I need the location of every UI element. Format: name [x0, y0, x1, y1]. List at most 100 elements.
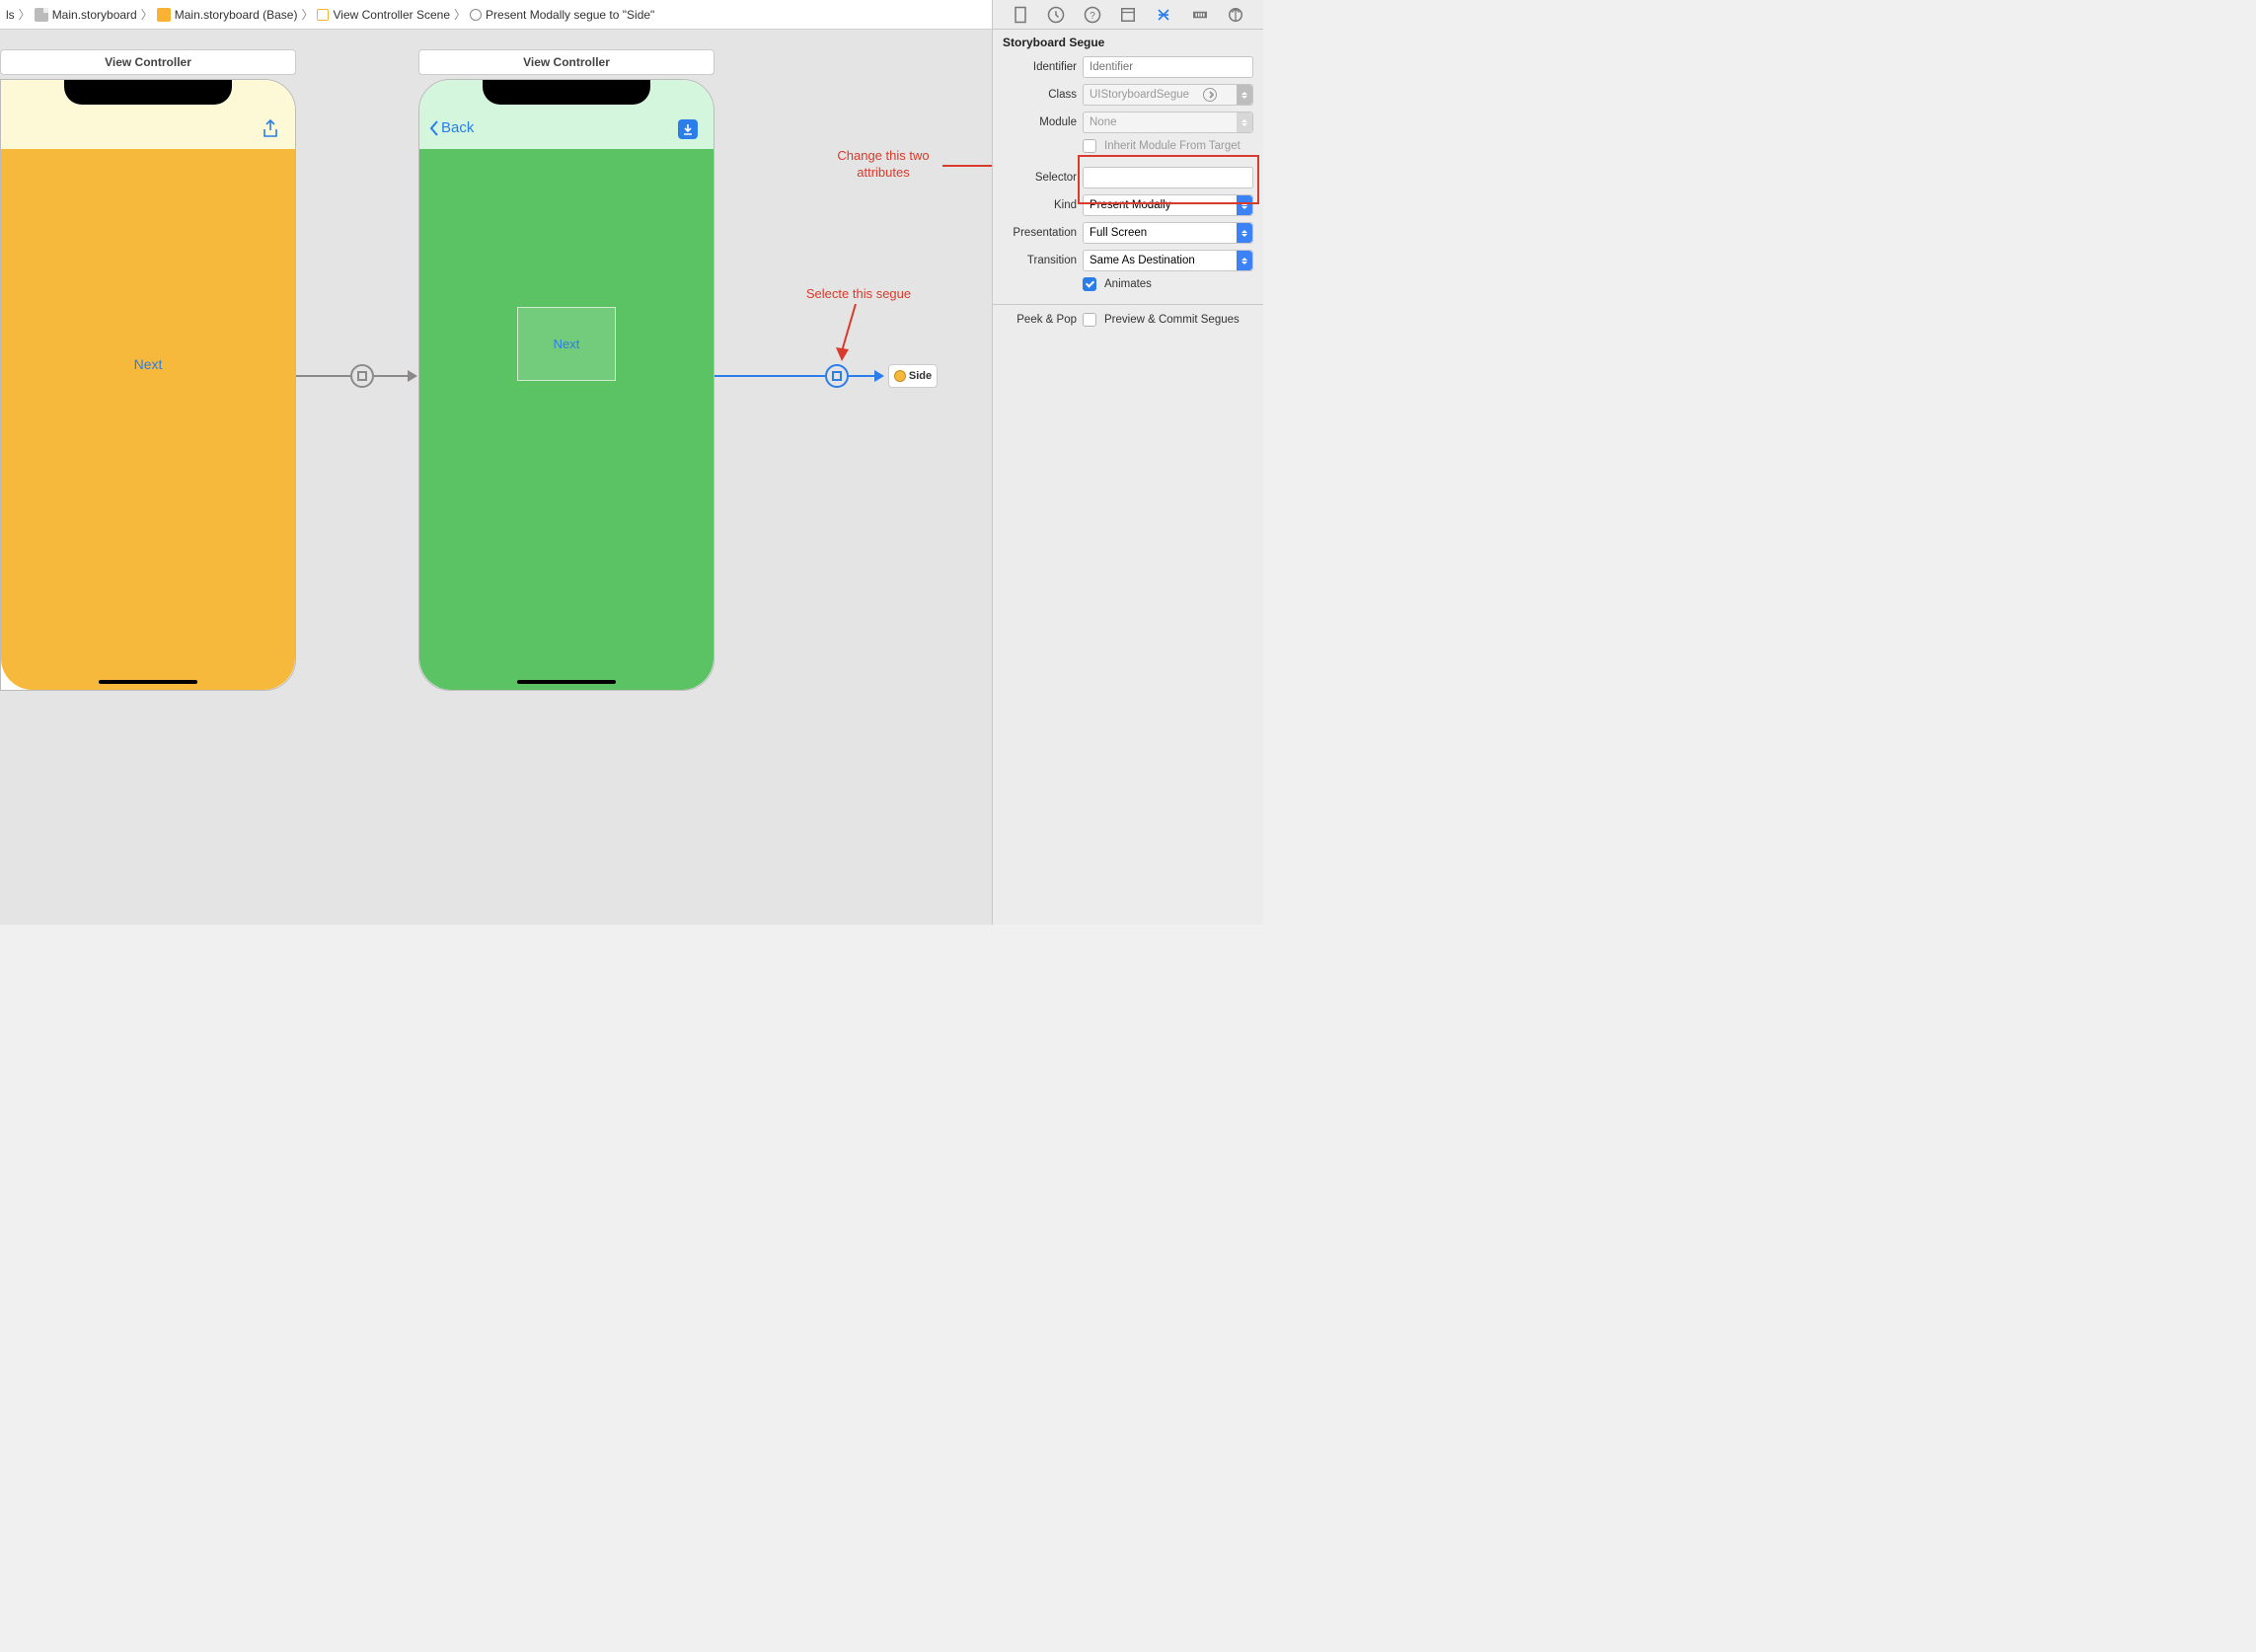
chevron-right-icon: 〉: [19, 6, 31, 23]
peek-pop-value: Preview & Commit Segues: [1104, 314, 1240, 326]
chevron-right-icon: 〉: [141, 6, 153, 23]
class-row: Class UIStoryboardSegue: [993, 81, 1263, 109]
chevron-right-icon: 〉: [454, 6, 466, 23]
identifier-label: Identifier: [1003, 61, 1077, 73]
crumb-scene[interactable]: View Controller Scene 〉: [317, 6, 466, 23]
back-button[interactable]: Back: [429, 119, 474, 136]
scene-icon: [317, 9, 329, 21]
identifier-row: Identifier: [993, 53, 1263, 81]
view-body: [419, 149, 714, 690]
inspector-tabs: ?: [993, 0, 1263, 30]
class-value: UIStoryboardSegue: [1090, 89, 1189, 101]
crumb-label: Main.storyboard: [52, 8, 137, 22]
peek-pop-row: Peek & Pop Preview & Commit Segues: [993, 305, 1263, 330]
transition-value: Same As Destination: [1090, 255, 1195, 266]
size-inspector-tab[interactable]: [1190, 5, 1210, 25]
segue-icon: [470, 9, 482, 21]
selector-field[interactable]: [1083, 167, 1253, 188]
animates-checkbox[interactable]: [1083, 277, 1096, 291]
crumb-project[interactable]: ls 〉: [6, 6, 31, 23]
presentation-select[interactable]: Full Screen: [1083, 222, 1253, 244]
scene-title-bar[interactable]: View Controller: [418, 49, 714, 75]
kind-select[interactable]: Present Modally: [1083, 194, 1253, 216]
inherit-label: Inherit Module From Target: [1104, 140, 1241, 152]
storyboard-canvas[interactable]: View Controller Next View Controller Bac…: [0, 30, 992, 925]
selector-row: Selector: [993, 164, 1263, 191]
chevron-updown-icon: [1237, 85, 1252, 105]
crumb-segue[interactable]: Present Modally segue to "Side": [470, 8, 654, 22]
identity-inspector-tab[interactable]: [1118, 5, 1138, 25]
crumb-file[interactable]: Main.storyboard 〉: [35, 6, 153, 23]
scene-title: View Controller: [105, 55, 191, 69]
segue-node-selected[interactable]: [825, 364, 849, 388]
storyboard-reference-icon: [894, 370, 906, 382]
history-inspector-tab[interactable]: [1046, 5, 1066, 25]
inherit-checkbox[interactable]: [1083, 139, 1096, 153]
kind-label: Kind: [1003, 199, 1077, 211]
section-title: Storyboard Segue: [993, 30, 1263, 53]
presentation-value: Full Screen: [1090, 227, 1147, 239]
view-controller-device-frame[interactable]: Back Next: [418, 79, 714, 691]
selector-label: Selector: [1003, 172, 1077, 184]
transition-label: Transition: [1003, 255, 1077, 266]
annotation-arrow-icon: [942, 156, 992, 176]
attributes-inspector-tab[interactable]: [1154, 5, 1173, 25]
breadcrumb: ls 〉 Main.storyboard 〉 Main.storyboard (…: [6, 6, 1099, 23]
animates-row: Animates: [993, 274, 1263, 294]
peek-pop-checkbox[interactable]: [1083, 313, 1096, 327]
identifier-field[interactable]: [1083, 56, 1253, 78]
back-label: Back: [441, 119, 474, 136]
home-indicator: [517, 680, 616, 684]
storyboard-reference-label: Side: [909, 370, 932, 382]
class-label: Class: [1003, 89, 1077, 101]
kind-value: Present Modally: [1090, 199, 1170, 211]
crumb-label: Present Modally segue to "Side": [486, 8, 654, 22]
chevron-updown-icon: [1237, 223, 1252, 243]
scene-title-bar[interactable]: View Controller: [0, 49, 296, 75]
segue-connection-line-selected: [714, 375, 825, 377]
annotation-line: attributes: [857, 165, 909, 180]
presentation-row: Presentation Full Screen: [993, 219, 1263, 247]
storyboard-file-icon: [157, 8, 171, 22]
transition-select[interactable]: Same As Destination: [1083, 250, 1253, 271]
chevron-updown-icon: [1237, 113, 1252, 132]
download-icon[interactable]: [678, 119, 698, 139]
file-inspector-tab[interactable]: [1011, 5, 1030, 25]
segue-connection-line: [296, 375, 350, 377]
crumb-label: ls: [6, 8, 15, 22]
class-select[interactable]: UIStoryboardSegue: [1083, 84, 1253, 106]
view-controller-device-frame[interactable]: Next: [0, 79, 296, 691]
annotation-text: Selecte this segue: [790, 286, 928, 303]
share-icon[interactable]: [262, 119, 279, 144]
class-navigate-icon[interactable]: [1203, 88, 1217, 102]
inherit-row: Inherit Module From Target: [993, 136, 1263, 156]
next-button[interactable]: Next: [1, 356, 295, 372]
arrowhead-icon: [874, 370, 884, 382]
file-icon: [35, 8, 48, 22]
crumb-label: View Controller Scene: [333, 8, 450, 22]
module-label: Module: [1003, 116, 1077, 128]
segue-node-icon[interactable]: [350, 364, 374, 388]
device-notch: [64, 80, 232, 105]
animates-label: Animates: [1104, 278, 1152, 290]
container-view[interactable]: Next: [517, 307, 616, 381]
connections-inspector-tab[interactable]: [1226, 5, 1245, 25]
annotation-text: Change this two attributes: [814, 148, 952, 182]
module-value: None: [1090, 116, 1117, 128]
crumb-base[interactable]: Main.storyboard (Base) 〉: [157, 6, 314, 23]
module-select[interactable]: None: [1083, 112, 1253, 133]
module-row: Module None: [993, 109, 1263, 136]
device-notch: [483, 80, 650, 105]
inspector-body: Storyboard Segue Identifier Class UIStor…: [993, 30, 1263, 305]
view-body: [1, 149, 295, 690]
home-indicator: [99, 680, 197, 684]
scene-title: View Controller: [523, 55, 610, 69]
chevron-updown-icon: [1237, 251, 1252, 270]
segue-connection-line-selected: [849, 375, 874, 377]
annotation-arrow-icon: [834, 304, 864, 363]
storyboard-reference[interactable]: Side: [888, 364, 938, 388]
help-inspector-tab[interactable]: ?: [1083, 5, 1102, 25]
annotation-line: Selecte this segue: [806, 286, 911, 301]
chevron-updown-icon: [1237, 195, 1252, 215]
crumb-label: Main.storyboard (Base): [175, 8, 298, 22]
